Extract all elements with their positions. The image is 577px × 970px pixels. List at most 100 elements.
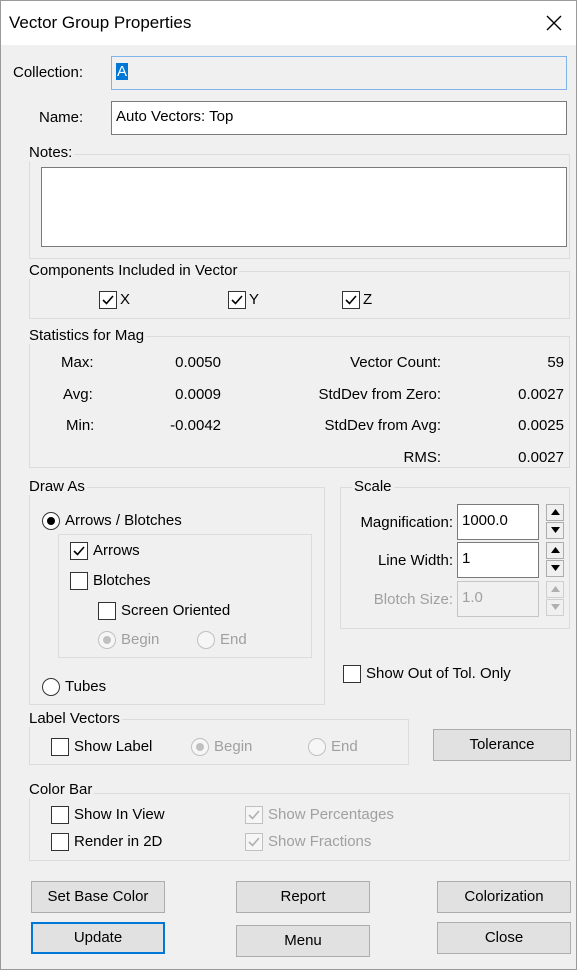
component-x-label: X	[120, 291, 131, 308]
show-in-view-checkbox[interactable]	[51, 806, 69, 824]
report-button[interactable]: Report	[236, 881, 370, 913]
components-label: Components Included in Vector	[27, 262, 240, 279]
label-begin-radio[interactable]	[191, 738, 209, 756]
stat-count-label: Vector Count:	[350, 354, 441, 371]
spin-down-icon[interactable]	[546, 522, 564, 539]
arrows-blotches-radio[interactable]	[42, 512, 60, 530]
arrows-label: Arrows	[93, 542, 140, 559]
label-end-radio[interactable]	[308, 738, 326, 756]
close-icon[interactable]	[538, 7, 570, 39]
stat-stddev-avg-label: StdDev from Avg:	[324, 417, 441, 434]
notes-textarea[interactable]	[41, 167, 567, 247]
name-field[interactable]: Auto Vectors: Top	[111, 101, 567, 135]
update-button[interactable]: Update	[31, 922, 165, 954]
stat-max-label: Max:	[61, 354, 94, 371]
dialog-window: Vector Group Properties Collection: A Na…	[0, 0, 577, 970]
show-percentages-label: Show Percentages	[268, 806, 394, 823]
label-vectors-label: Label Vectors	[27, 710, 122, 727]
show-out-of-tol-label: Show Out of Tol. Only	[366, 665, 511, 682]
stat-min-value: -0.0042	[170, 417, 221, 434]
tolerance-button[interactable]: Tolerance	[433, 729, 571, 761]
draw-as-label: Draw As	[27, 478, 87, 495]
draw-begin-radio[interactable]	[98, 631, 116, 649]
arrows-blotches-label: Arrows / Blotches	[65, 512, 182, 529]
stat-stddev-avg-value: 0.0025	[518, 417, 564, 434]
menu-button[interactable]: Menu	[236, 925, 370, 957]
magnification-value: 1000.0	[462, 512, 508, 529]
blotch-size-input[interactable]: 1.0	[457, 581, 539, 617]
stat-count-value: 59	[547, 354, 564, 371]
show-out-of-tol-checkbox[interactable]	[343, 665, 361, 683]
close-button[interactable]: Close	[437, 922, 571, 954]
collection-value: A	[116, 63, 129, 80]
stat-min-label: Min:	[66, 417, 95, 434]
show-fractions-checkbox[interactable]	[245, 833, 263, 851]
spin-down-icon[interactable]	[546, 599, 564, 616]
blotches-checkbox[interactable]	[70, 572, 88, 590]
draw-end-label: End	[220, 631, 247, 648]
line-width-value: 1	[462, 550, 471, 567]
stat-rms-value: 0.0027	[518, 449, 564, 466]
collection-field[interactable]: A	[111, 56, 567, 90]
line-width-spinner[interactable]	[546, 542, 566, 578]
label-begin-label: Begin	[214, 738, 253, 755]
name-label: Name:	[39, 109, 84, 126]
stat-stddev-zero-value: 0.0027	[518, 386, 564, 403]
spin-up-icon[interactable]	[546, 504, 564, 521]
magnification-spinner[interactable]	[546, 504, 566, 540]
magnification-label: Magnification:	[360, 514, 453, 531]
color-bar-group	[29, 793, 570, 861]
draw-end-radio[interactable]	[197, 631, 215, 649]
tubes-label: Tubes	[65, 678, 107, 695]
screen-oriented-checkbox[interactable]	[98, 602, 116, 620]
statistics-label: Statistics for Mag	[27, 327, 147, 344]
spin-up-icon[interactable]	[546, 542, 564, 559]
screen-oriented-label: Screen Oriented	[121, 602, 231, 619]
stat-avg-value: 0.0009	[175, 386, 221, 403]
checkmark-icon	[248, 810, 260, 820]
blotch-size-value: 1.0	[462, 589, 483, 606]
show-label-label: Show Label	[74, 738, 153, 755]
show-percentages-checkbox[interactable]	[245, 806, 263, 824]
render-2d-checkbox[interactable]	[51, 833, 69, 851]
show-in-view-label: Show In View	[74, 806, 165, 823]
checkmark-icon	[345, 295, 357, 305]
spin-down-icon[interactable]	[546, 560, 564, 577]
stat-stddev-zero-label: StdDev from Zero:	[318, 386, 441, 403]
blotch-size-spinner[interactable]	[546, 581, 566, 617]
component-x-checkbox[interactable]	[99, 291, 117, 309]
component-z-checkbox[interactable]	[342, 291, 360, 309]
color-bar-label: Color Bar	[27, 781, 95, 798]
checkmark-icon	[73, 546, 85, 556]
component-y-label: Y	[249, 291, 260, 308]
line-width-label: Line Width:	[377, 552, 453, 569]
label-end-label: End	[331, 738, 358, 755]
magnification-input[interactable]: 1000.0	[457, 504, 539, 540]
arrows-checkbox[interactable]	[70, 542, 88, 560]
blotches-label: Blotches	[93, 572, 151, 589]
title-bar: Vector Group Properties	[1, 1, 576, 45]
stat-rms-label: RMS:	[403, 449, 442, 466]
line-width-input[interactable]: 1	[457, 542, 539, 578]
collection-label: Collection:	[13, 64, 84, 81]
set-base-color-button[interactable]: Set Base Color	[31, 881, 165, 913]
checkmark-icon	[231, 295, 243, 305]
checkmark-icon	[248, 837, 260, 847]
checkmark-icon	[102, 295, 114, 305]
notes-label: Notes:	[27, 144, 75, 161]
draw-begin-label: Begin	[121, 631, 160, 648]
show-label-checkbox[interactable]	[51, 738, 69, 756]
stat-max-value: 0.0050	[175, 354, 221, 371]
scale-label: Scale	[352, 478, 394, 495]
name-value: Auto Vectors: Top	[116, 108, 234, 125]
blotch-size-label: Blotch Size:	[373, 591, 453, 608]
spin-up-icon[interactable]	[546, 581, 564, 598]
stat-avg-label: Avg:	[63, 386, 93, 403]
show-fractions-label: Show Fractions	[268, 833, 372, 850]
dialog-title: Vector Group Properties	[9, 13, 192, 32]
tubes-radio[interactable]	[42, 678, 60, 696]
component-z-label: Z	[363, 291, 373, 308]
component-y-checkbox[interactable]	[228, 291, 246, 309]
render-2d-label: Render in 2D	[74, 833, 163, 850]
colorization-button[interactable]: Colorization	[437, 881, 571, 913]
